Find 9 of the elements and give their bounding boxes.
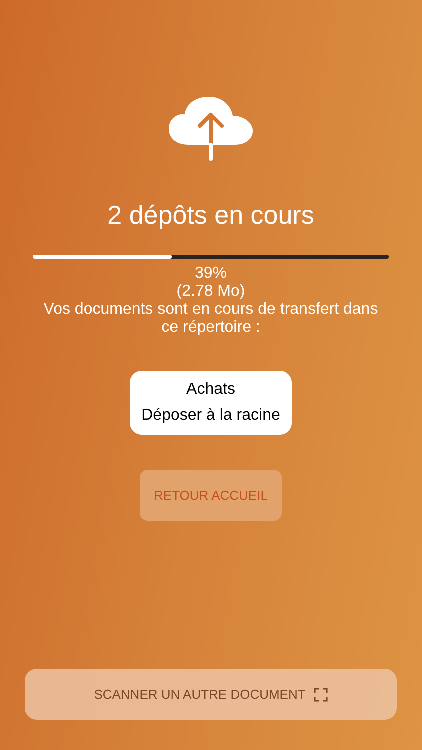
- scan-button[interactable]: SCANNER UN AUTRE DOCUMENT: [25, 669, 397, 720]
- scan-frame-icon: [314, 688, 328, 702]
- upload-title: 2 dépôts en cours: [108, 199, 314, 231]
- upload-destination: Déposer à la racine: [142, 406, 280, 426]
- cloud-upload-icon: [167, 95, 255, 161]
- progress-percent: 39%: [194, 265, 228, 283]
- folder-name: Achats: [186, 380, 236, 400]
- transfer-message: Vos documents sont en cours de transfert dans ce répertoire :: [42, 301, 380, 337]
- upload-size: (2.78 Mo): [176, 283, 246, 301]
